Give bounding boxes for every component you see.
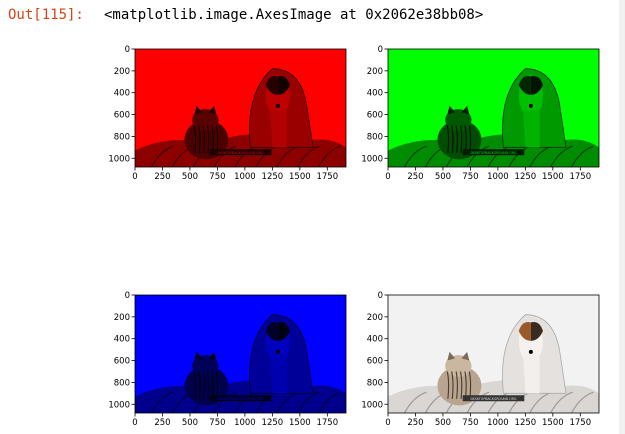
dog-body	[270, 356, 287, 394]
x-tick-label: 500	[182, 418, 198, 428]
x-tick-label: 0	[385, 172, 390, 182]
image-axes-rgb: DESKTOPBACKGROUND.ORG 0 250 500 750 1000 1250 1…	[361, 291, 600, 428]
image-blue: DESKTOPBACKGROUND.ORG	[135, 295, 346, 413]
y-tick-label: 800	[367, 132, 383, 142]
image-axes-red: DESKTOPBACKGROUND.ORG 0 250 500 750 1000 1250 1…	[108, 45, 347, 182]
scrollbar[interactable]	[619, 0, 625, 434]
dog-body	[523, 356, 540, 394]
image-axes-blue: DESKTOPBACKGROUND.ORG 0 250 500 750 1000 1250 1…	[108, 291, 347, 428]
x-tick-label: 250	[407, 172, 423, 182]
x-tick-label: 1750	[569, 418, 591, 428]
image-red: DESKTOPBACKGROUND.ORG	[135, 49, 346, 167]
x-tick-label: 1000	[234, 418, 256, 428]
x-tick-label: 1500	[542, 418, 564, 428]
dog-nose	[528, 103, 533, 108]
x-tick-label: 1250	[262, 418, 284, 428]
figure-canvas: DESKTOPBACKGROUND.ORG 0 250 500 750 1000 1250 1…	[108, 45, 600, 428]
x-tick-label: 1250	[515, 418, 537, 428]
x-tick-label: 750	[209, 418, 225, 428]
y-tick-label: 400	[114, 89, 130, 99]
x-tick-label: 1750	[316, 418, 338, 428]
x-tick-label: 0	[132, 418, 137, 428]
y-tick-label: 800	[114, 378, 130, 388]
y-tick-label: 400	[367, 89, 383, 99]
y-tick-label: 200	[114, 67, 130, 77]
image-axes-green: DESKTOPBACKGROUND.ORG 0 250 500 750 1000 1250 1…	[361, 45, 600, 182]
watermark-text: DESKTOPBACKGROUND.ORG	[218, 151, 264, 155]
watermark-text: DESKTOPBACKGROUND.ORG	[471, 151, 517, 155]
x-tick-label: 750	[209, 172, 225, 182]
x-tick-label: 500	[435, 172, 451, 182]
image-green: DESKTOPBACKGROUND.ORG	[388, 49, 599, 167]
y-tick-label: 200	[367, 313, 383, 323]
y-tick-label: 600	[114, 111, 130, 121]
x-tick-label: 750	[462, 418, 478, 428]
x-tick-label: 1000	[487, 172, 509, 182]
x-tick-label: 250	[154, 172, 170, 182]
watermark-text: DESKTOPBACKGROUND.ORG	[218, 397, 264, 401]
y-tick-label: 1000	[108, 400, 130, 410]
x-tick-label: 1500	[289, 418, 311, 428]
x-tick-label: 750	[462, 172, 478, 182]
y-tick-label: 0	[125, 45, 130, 55]
x-tick-label: 0	[132, 172, 137, 182]
y-tick-label: 200	[114, 313, 130, 323]
y-tick-label: 800	[367, 378, 383, 388]
x-tick-label: 1750	[569, 172, 591, 182]
y-tick-label: 600	[367, 111, 383, 121]
y-tick-label: 1000	[361, 154, 383, 164]
x-tick-label: 250	[407, 418, 423, 428]
y-tick-label: 400	[114, 335, 130, 345]
dog-body	[270, 110, 287, 148]
dog-nose	[528, 349, 533, 354]
x-tick-label: 1250	[262, 172, 284, 182]
x-tick-label: 0	[385, 418, 390, 428]
y-tick-label: 1000	[361, 400, 383, 410]
x-tick-label: 1250	[515, 172, 537, 182]
y-tick-label: 800	[114, 132, 130, 142]
dog-nose	[275, 103, 280, 108]
y-tick-label: 1000	[108, 154, 130, 164]
x-tick-label: 1500	[289, 172, 311, 182]
x-tick-label: 1000	[487, 418, 509, 428]
x-tick-label: 1000	[234, 172, 256, 182]
y-tick-label: 400	[367, 335, 383, 345]
y-tick-label: 200	[367, 67, 383, 77]
y-tick-label: 600	[114, 357, 130, 367]
x-tick-label: 500	[435, 418, 451, 428]
x-tick-label: 250	[154, 418, 170, 428]
x-tick-label: 500	[182, 172, 198, 182]
x-tick-label: 1500	[542, 172, 564, 182]
x-tick-label: 1750	[316, 172, 338, 182]
watermark-text: DESKTOPBACKGROUND.ORG	[471, 397, 517, 401]
y-tick-label: 600	[367, 357, 383, 367]
y-tick-label: 0	[378, 45, 383, 55]
dog-body	[523, 110, 540, 148]
y-tick-label: 0	[125, 291, 130, 301]
dog-nose	[275, 349, 280, 354]
y-tick-label: 0	[378, 291, 383, 301]
image-rgb: DESKTOPBACKGROUND.ORG	[388, 295, 599, 413]
